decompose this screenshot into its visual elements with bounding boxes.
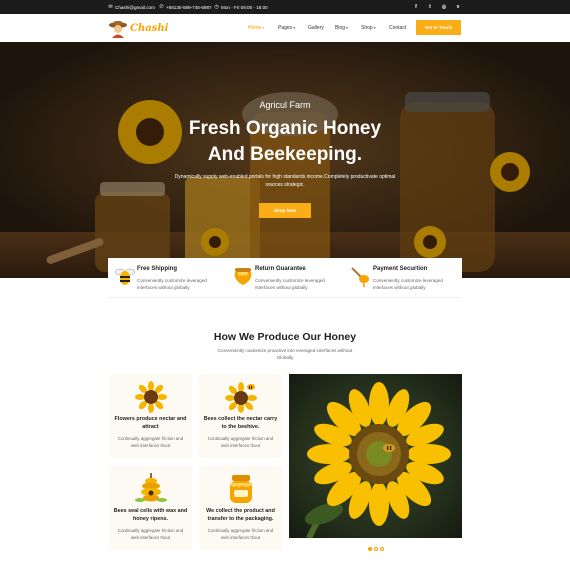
process-card-3: Bees seal cells with wax and honey ripen… xyxy=(109,466,192,550)
top-bar: ✉ Chashi@gmail.com ✆ +88130-589-745-6987… xyxy=(0,0,570,14)
feature-description: Conveniently customize leveraged interfa… xyxy=(255,278,325,290)
hero-title-line1: Fresh Organic Honey xyxy=(188,118,382,139)
carousel-dot[interactable] xyxy=(374,547,378,551)
honey-dipper-icon xyxy=(351,267,369,288)
card-description: Continually aggregate friction and web i… xyxy=(207,436,274,448)
process-card-1: Flowers produce nectar and attract Conti… xyxy=(109,374,192,458)
sunflower-image xyxy=(289,374,462,538)
sunflower-bee-icon xyxy=(225,382,257,413)
sunflower-photo xyxy=(289,374,462,538)
hero-subtitle: Agricul Farm xyxy=(259,100,311,110)
shop-now-button[interactable]: Shop Now xyxy=(259,203,311,218)
nav-blog-label: Blog xyxy=(335,25,346,31)
card-title: We collect the product and transfer to t… xyxy=(206,508,275,522)
card-title: Flowers produce nectar and attract xyxy=(114,416,187,430)
topbar-email-text: Chashi@gmail.com xyxy=(115,4,155,10)
card-title: Bees collect the nectar carry to the bee… xyxy=(203,416,278,430)
honey-jar-icon xyxy=(230,475,252,503)
card-description: Continually aggregate friction and web i… xyxy=(207,528,274,540)
beehive-icon xyxy=(135,473,167,502)
carousel-dot[interactable] xyxy=(368,547,372,551)
feature-payment-securtion: Payment Securtion Conveniently customize… xyxy=(344,258,462,298)
topbar-email[interactable]: ✉ Chashi@gmail.com xyxy=(108,0,155,14)
bee-icon xyxy=(114,268,136,285)
mail-icon: ✉ xyxy=(108,3,113,10)
card-description: Continually aggregate friction and web i… xyxy=(117,436,184,448)
topbar-hours-text: Mon - Fri 09:00 - 18:00 xyxy=(221,4,268,10)
nav-home-label: Home xyxy=(248,25,262,31)
topbar-phone-text: +88130-589-745-6987 xyxy=(166,4,212,10)
section-description: Conveniently customize proactive into ev… xyxy=(217,348,353,360)
feature-description: Conveniently customize leveraged interfa… xyxy=(137,278,207,290)
topbar-phone[interactable]: ✆ +88130-589-745-6987 xyxy=(159,0,212,14)
nav-pages[interactable]: Pages▾ xyxy=(278,25,295,31)
chevron-down-icon: ▾ xyxy=(373,26,376,30)
nav-gallery[interactable]: Gallery xyxy=(308,25,324,31)
nav-contact[interactable]: Contact xyxy=(389,25,406,31)
nav-shop[interactable]: Shop▾ xyxy=(361,25,375,31)
carousel-dots xyxy=(368,547,384,551)
twitter-icon[interactable]: t xyxy=(426,3,434,11)
feature-free-shipping: Free Shipping Conveniently customize lev… xyxy=(108,258,226,298)
card-description: Continually aggregate friction and web i… xyxy=(117,528,184,540)
features-strip: Free Shipping Conveniently customize lev… xyxy=(108,258,462,298)
main-nav: Home▾ Pages▾ Gallery Blog▾ Shop▾ Contact xyxy=(0,14,570,42)
instagram-icon[interactable]: ◎ xyxy=(440,3,448,11)
nav-gallery-label: Gallery xyxy=(308,25,324,31)
clock-icon: ◷ xyxy=(214,3,219,10)
social-links: f t ◎ v xyxy=(412,3,462,11)
facebook-icon[interactable]: f xyxy=(412,3,420,11)
carousel-dot[interactable] xyxy=(380,547,384,551)
nav-home[interactable]: Home▾ xyxy=(248,25,264,31)
hero-title-line2: And Beekeeping. xyxy=(207,144,363,165)
chevron-down-icon: ▾ xyxy=(262,26,265,30)
feature-title: Free Shipping xyxy=(137,266,178,272)
process-card-4: We collect the product and transfer to t… xyxy=(199,466,282,550)
sunflower-icon xyxy=(135,381,167,413)
nav-contact-label: Contact xyxy=(389,25,407,31)
chevron-down-icon: ▾ xyxy=(293,26,295,30)
hero-title: Fresh Organic Honey And Beekeeping. xyxy=(0,116,570,168)
chevron-down-icon: ▾ xyxy=(346,26,348,30)
topbar-hours: ◷ Mon - Fri 09:00 - 18:00 xyxy=(214,0,268,14)
feature-return-guarantee: Return Guarantee Conveniently customize … xyxy=(226,258,344,298)
section-title: How We Produce Our Honey xyxy=(213,331,357,343)
nav-blog[interactable]: Blog▾ xyxy=(335,25,348,31)
hero-description: Dynamically supply web-enabled portals f… xyxy=(174,174,396,188)
phone-icon: ✆ xyxy=(159,3,164,10)
hero-banner: Agricul Farm Fresh Organic Honey And Bee… xyxy=(0,42,570,278)
honey-pot-icon xyxy=(234,268,252,285)
process-card-2: Bees collect the nectar carry to the bee… xyxy=(199,374,282,458)
nav-pages-label: Pages xyxy=(278,25,293,31)
nav-shop-label: Shop xyxy=(361,25,373,31)
feature-title: Return Guarantee xyxy=(255,266,306,272)
vimeo-icon[interactable]: v xyxy=(454,3,462,11)
card-title: Bees seal cells with wax and honey ripen… xyxy=(113,508,188,522)
feature-description: Conveniently customize leveraged interfa… xyxy=(373,278,443,290)
get-in-touch-button[interactable]: Get In Touch xyxy=(416,20,461,35)
feature-title: Payment Securtion xyxy=(373,266,428,272)
site-header: Chashi Home▾ Pages▾ Gallery Blog▾ Shop▾ … xyxy=(0,14,570,42)
